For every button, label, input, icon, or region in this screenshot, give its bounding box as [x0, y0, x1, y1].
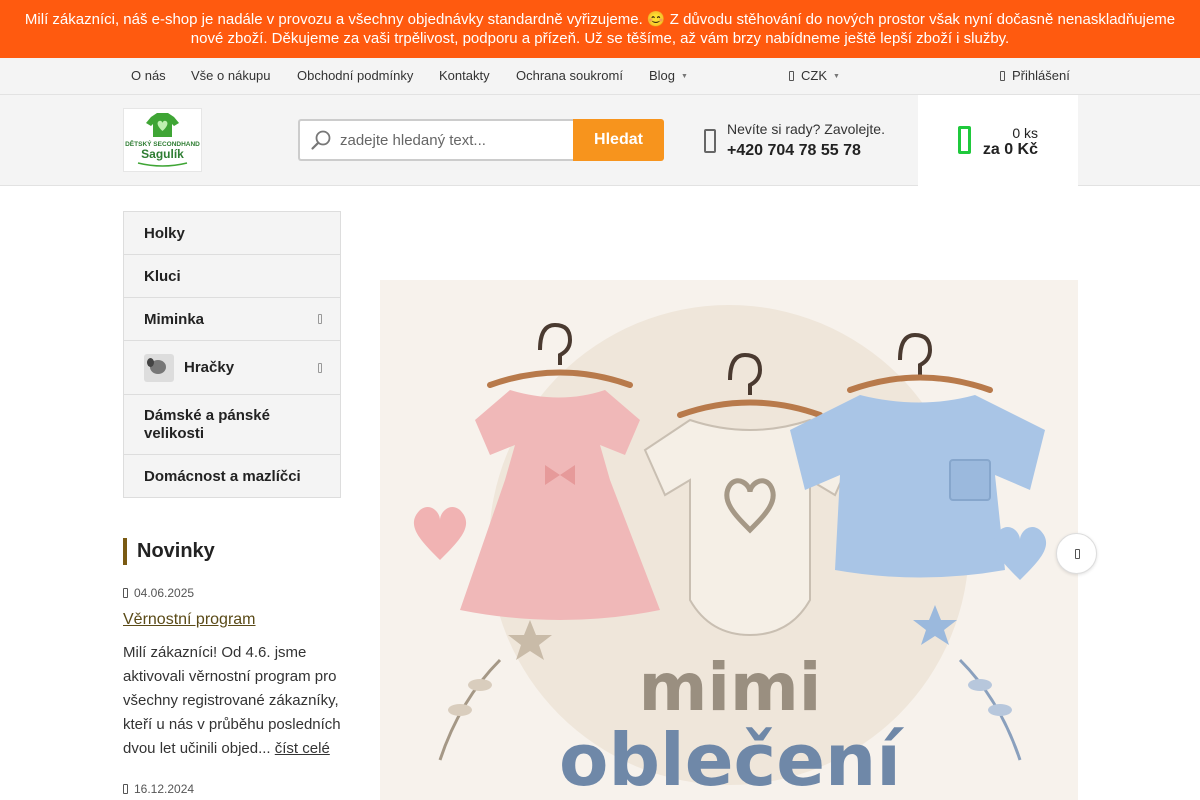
chevron-right-icon — [1075, 549, 1080, 559]
top-navigation: O nás Vše o nákupu Obchodní podmínky Kon… — [0, 58, 1200, 95]
cart-count: 0 ks — [1012, 125, 1038, 141]
category-thumbnail — [144, 353, 174, 382]
news-date: 16.12.2024 — [123, 782, 194, 796]
cart-icon — [958, 126, 971, 154]
phone-icon — [704, 129, 716, 153]
search-bar: Hledat — [298, 119, 664, 161]
category-label: Domácnost a mazlíčci — [144, 467, 301, 485]
chevron-right-icon — [318, 362, 322, 373]
category-label: Dámské a pánské velikosti — [144, 406, 270, 442]
news-headline-link[interactable]: Věrnostní program — [123, 611, 256, 629]
news-excerpt: Milí zákazníci! Od 4.6. jsme aktivovali … — [123, 641, 348, 761]
search-input[interactable] — [340, 130, 565, 150]
category-menu: Holky Kluci Miminka Hračky Dámské a páns… — [123, 211, 341, 498]
announcement-line-1: Milí zákazníci, náš e-shop je nadále v p… — [24, 11, 1176, 28]
category-label: Miminka — [144, 310, 205, 328]
announcement-banner: Milí zákazníci, náš e-shop je nadále v p… — [0, 0, 1200, 58]
hero-slider[interactable]: mimi oblečení — [380, 280, 1078, 800]
login-link[interactable]: Přihlášení — [1000, 68, 1070, 83]
site-logo[interactable]: DĚTSKÝ SECONDHAND Sagulík — [123, 108, 202, 172]
nav-link-contacts[interactable]: Kontakty — [439, 68, 490, 83]
category-item-kluci[interactable]: Kluci — [124, 255, 340, 298]
search-button[interactable]: Hledat — [573, 119, 664, 161]
category-label: Hračky — [184, 359, 235, 376]
cart-total: za 0 Kč — [982, 141, 1038, 158]
search-icon — [311, 130, 331, 150]
phone-number[interactable]: +420 704 78 55 78 — [727, 142, 861, 160]
calendar-icon — [123, 784, 128, 794]
news-date-text: 04.06.2025 — [134, 586, 195, 600]
banner-title-line2: oblečení — [559, 718, 904, 800]
site-header: DĚTSKÝ SECONDHAND Sagulík Hledat Nevíte … — [0, 95, 1200, 186]
category-label: Holky — [144, 224, 185, 242]
nav-link-terms[interactable]: Obchodní podmínky — [297, 68, 413, 83]
logo-graphic: DĚTSKÝ SECONDHAND Sagulík — [125, 113, 200, 167]
category-item-miminka[interactable]: Miminka — [124, 298, 340, 341]
login-label: Přihlášení — [1012, 68, 1070, 83]
category-item-holky[interactable]: Holky — [124, 212, 340, 255]
nav-link-about[interactable]: O nás — [131, 68, 166, 83]
news-date: 04.06.2025 — [123, 586, 194, 600]
banner-title-line1: mimi — [639, 649, 822, 726]
hero-banner-image: mimi oblečení — [413, 305, 1047, 800]
news-date-text: 16.12.2024 — [134, 782, 195, 796]
nav-link-blog[interactable]: Blog ▼ — [649, 68, 688, 83]
cart-widget[interactable]: 0 ks za 0 Kč — [918, 95, 1078, 186]
category-item-damske-panske[interactable]: Dámské a pánské velikosti — [124, 395, 340, 455]
blog-label: Blog — [649, 68, 676, 83]
user-icon — [1000, 71, 1005, 81]
nav-link-privacy[interactable]: Ochrana soukromí — [516, 68, 623, 83]
category-item-domacnost[interactable]: Domácnost a mazlíčci — [124, 455, 340, 498]
category-label: Kluci — [144, 267, 181, 285]
chevron-down-icon: ▼ — [833, 73, 840, 81]
slider-next-button[interactable] — [1056, 533, 1097, 574]
help-prompt: Nevíte si rady? Zavolejte. — [727, 121, 885, 137]
nav-link-shopping-info[interactable]: Vše o nákupu — [191, 68, 271, 83]
currency-label: CZK — [801, 68, 827, 83]
chevron-right-icon — [318, 314, 322, 324]
announcement-line-2: nové zboží. Děkujeme za vaši trpělivost,… — [190, 30, 1010, 47]
chevron-down-icon: ▼ — [681, 73, 688, 81]
search-field — [298, 119, 574, 161]
read-more-link[interactable]: číst celé — [275, 740, 330, 757]
currency-selector[interactable]: CZK ▼ — [789, 68, 840, 83]
category-item-hracky[interactable]: Hračky — [124, 341, 340, 395]
currency-icon — [789, 71, 794, 81]
calendar-icon — [123, 588, 128, 598]
news-heading: Novinky — [123, 538, 215, 565]
logo-wordmark: Sagulík — [141, 147, 184, 161]
